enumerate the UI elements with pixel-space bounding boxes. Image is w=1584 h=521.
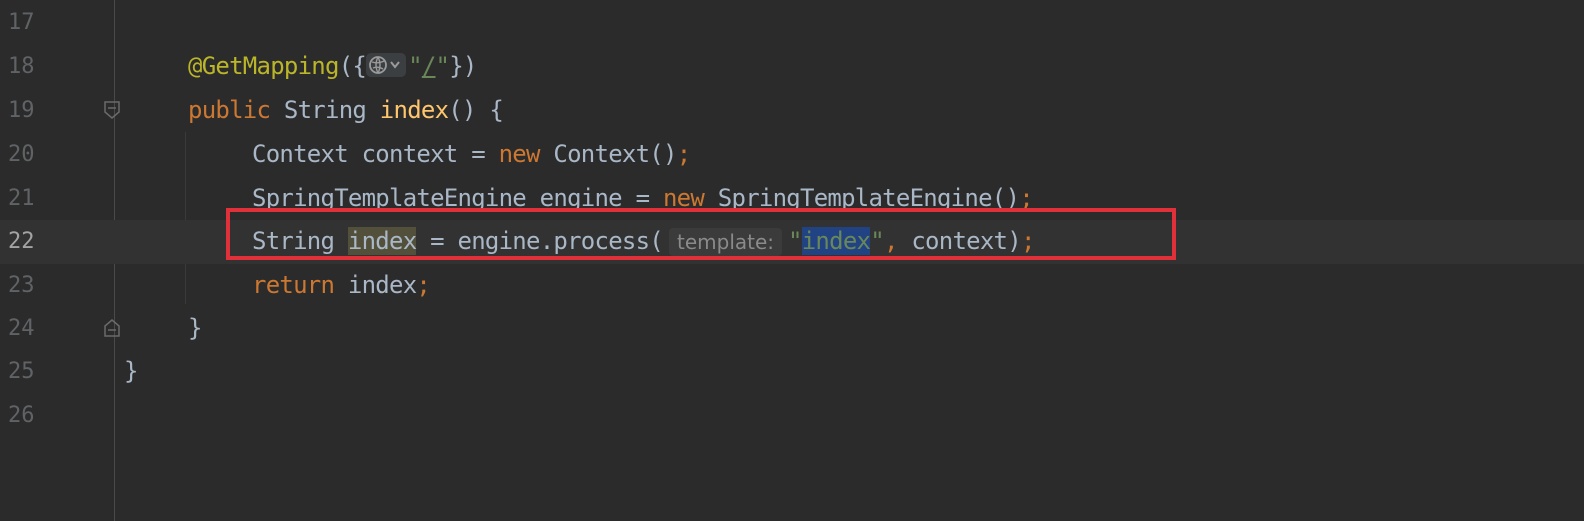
code-token: SpringTemplateEngine engine = (252, 184, 663, 212)
line-number: 26 (8, 403, 35, 428)
method-name-token: index (379, 96, 449, 124)
parameter-hint: template: (669, 228, 783, 256)
annotation-token: @GetMapping (188, 52, 339, 80)
chevron-down-icon (390, 61, 400, 69)
line-number: 22 (8, 229, 35, 254)
line-number: 21 (8, 186, 35, 211)
keyword-token: new (498, 140, 541, 168)
code-line-25[interactable]: 25 } (0, 350, 1584, 394)
code-line-20[interactable]: 20 Context context = new Context(); (0, 133, 1584, 177)
line-number: 24 (8, 316, 35, 341)
string-quote: " (435, 52, 450, 80)
url-token[interactable]: / (422, 52, 436, 80)
code-text: String index = engine.process(template: "… (252, 226, 1035, 256)
code-token: SpringTemplateEngine() (704, 184, 1020, 212)
line-number: 19 (8, 98, 35, 123)
code-line-22[interactable]: 22 String index = engine.process(templat… (0, 220, 1584, 264)
punctuation-token: () { (448, 96, 504, 124)
line-number: 20 (8, 142, 35, 167)
punctuation-token: }) (449, 52, 477, 80)
string-quote: " (408, 52, 422, 80)
code-token: index (334, 271, 417, 299)
fold-icon[interactable] (104, 101, 120, 119)
code-text: return index; (252, 270, 431, 300)
semicolon-token: ; (676, 140, 691, 168)
line-number: 25 (8, 359, 35, 384)
code-text: @GetMapping({ "/"}) (188, 51, 477, 81)
keyword-token: return (252, 271, 335, 299)
semicolon-token: ; (1020, 227, 1035, 255)
variable-highlight[interactable]: index (347, 227, 417, 255)
code-text: Context context = new Context(); (252, 139, 691, 169)
code-line-19[interactable]: 19 public String index() { (0, 89, 1584, 133)
code-token: String (252, 227, 348, 255)
code-line-23[interactable]: 23 return index; (0, 264, 1584, 308)
punctuation-token: ({ (338, 52, 367, 80)
type-token: String (270, 96, 380, 124)
code-text: SpringTemplateEngine engine = new Spring… (252, 183, 1034, 213)
semicolon-token: ; (416, 271, 431, 299)
code-line-21[interactable]: 21 SpringTemplateEngine engine = new Spr… (0, 177, 1584, 221)
line-number: 23 (8, 273, 35, 298)
string-selection[interactable]: index (801, 227, 871, 255)
code-line-18[interactable]: 18 @GetMapping({ "/"}) (0, 45, 1584, 89)
comma-token: , (883, 227, 898, 255)
string-quote: " (788, 227, 802, 255)
code-editor[interactable]: 17 18 @GetMapping({"/"}) 19 public Strin… (0, 0, 1584, 521)
code-token: Context context = (252, 140, 499, 168)
semicolon-token: ; (1019, 184, 1033, 212)
code-line-24[interactable]: 24 } (0, 307, 1584, 351)
code-line-17[interactable]: 17 (0, 1, 1584, 45)
keyword-token: public (188, 96, 271, 124)
string-quote: " (870, 227, 884, 255)
line-number: 18 (8, 54, 35, 79)
line-number: 17 (8, 10, 35, 35)
keyword-token: new (662, 184, 705, 212)
code-text: } (188, 314, 202, 342)
fold-icon[interactable] (104, 319, 120, 337)
code-text: } (124, 357, 138, 385)
code-token: = engine.process( (416, 227, 664, 255)
code-token: context) (897, 227, 1021, 255)
globe-icon[interactable] (366, 53, 407, 77)
code-text: public String index() { (188, 95, 504, 125)
code-line-26[interactable]: 26 (0, 394, 1584, 438)
code-token: Context() (539, 140, 677, 168)
